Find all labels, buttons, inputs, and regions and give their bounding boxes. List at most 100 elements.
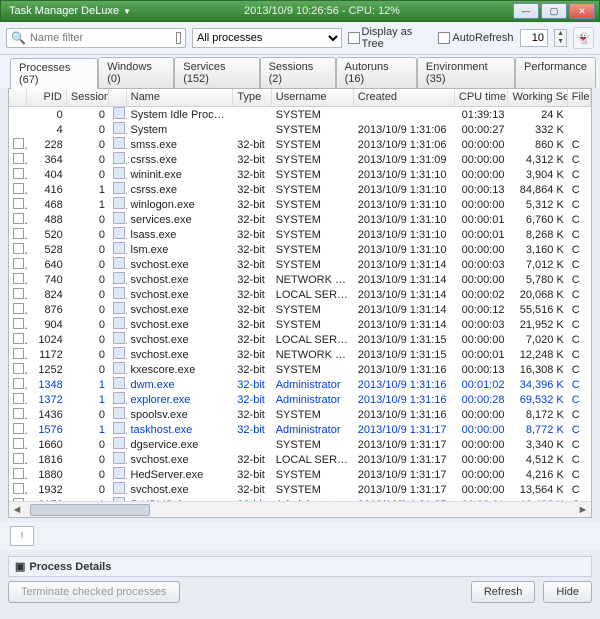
process-icon <box>113 107 125 119</box>
interval-stepper[interactable]: ▲▼ <box>554 29 567 47</box>
column-header[interactable]: Session <box>67 89 109 106</box>
row-checkbox[interactable] <box>13 333 24 344</box>
column-header[interactable]: Name <box>127 89 234 106</box>
tab-2[interactable]: Services (152) <box>174 57 259 88</box>
process-icon <box>113 137 125 149</box>
table-row[interactable]: 4681winlogon.exe32-bitSYSTEM2013/10/9 1:… <box>9 197 591 212</box>
tab-1[interactable]: Windows (0) <box>98 57 174 88</box>
tab-bar: Processes (67)Windows (0)Services (152)S… <box>0 55 600 88</box>
row-checkbox[interactable] <box>13 198 24 209</box>
table-row[interactable]: 8760svchost.exe32-bitSYSTEM2013/10/9 1:3… <box>9 302 591 317</box>
status-row: ! <box>0 522 600 550</box>
row-checkbox[interactable] <box>13 393 24 404</box>
row-checkbox[interactable] <box>13 213 24 224</box>
table-row[interactable]: 13481dwm.exe32-bitAdministrator2013/10/9… <box>9 377 591 392</box>
table-row[interactable]: 3640csrss.exe32-bitSYSTEM2013/10/9 1:31:… <box>9 152 591 167</box>
name-filter[interactable]: 🔍 <box>6 28 186 48</box>
table-row[interactable]: 12520kxescore.exe32-bitSYSTEM2013/10/9 1… <box>9 362 591 377</box>
table-row[interactable]: 40SystemSYSTEM2013/10/9 1:31:0600:00:273… <box>9 122 591 137</box>
table-row[interactable]: 13721explorer.exe32-bitAdministrator2013… <box>9 392 591 407</box>
horizontal-scrollbar[interactable]: ◄ ► <box>9 501 591 517</box>
column-header[interactable]: Working Set <box>508 89 567 106</box>
column-header[interactable]: Username <box>272 89 354 106</box>
table-row[interactable]: 5200lsass.exe32-bitSYSTEM2013/10/9 1:31:… <box>9 227 591 242</box>
table-row[interactable]: 19320svchost.exe32-bitSYSTEM2013/10/9 1:… <box>9 482 591 497</box>
tab-6[interactable]: Performance <box>515 57 596 88</box>
expand-icon: ▣ <box>15 560 25 573</box>
process-icon <box>113 317 125 329</box>
row-checkbox[interactable] <box>13 378 24 389</box>
row-checkbox[interactable] <box>13 258 24 269</box>
row-checkbox[interactable] <box>13 348 24 359</box>
row-checkbox[interactable] <box>13 273 24 284</box>
maximize-button[interactable]: ▢ <box>541 3 567 19</box>
row-checkbox[interactable] <box>13 183 24 194</box>
table-row[interactable]: 4040wininit.exe32-bitSYSTEM2013/10/9 1:3… <box>9 167 591 182</box>
row-checkbox[interactable] <box>13 303 24 314</box>
ghost-icon[interactable]: 👻 <box>573 27 594 49</box>
titlebar-status: 2013/10/9 10:26:56 - CPU: 12% <box>131 5 513 17</box>
table-row[interactable]: 16600dgservice.exeSYSTEM2013/10/9 1:31:1… <box>9 437 591 452</box>
status-indicator[interactable]: ! <box>10 526 34 546</box>
row-checkbox[interactable] <box>13 168 24 179</box>
tab-5[interactable]: Environment (35) <box>417 57 515 88</box>
process-details-header[interactable]: ▣ Process Details <box>8 556 592 577</box>
column-header[interactable]: Filena <box>568 89 591 106</box>
autorefresh-option[interactable]: AutoRefresh <box>438 32 513 44</box>
row-checkbox[interactable] <box>13 138 24 149</box>
row-checkbox[interactable] <box>13 408 24 419</box>
row-checkbox[interactable] <box>13 243 24 254</box>
table-row[interactable]: 15761taskhost.exe32-bitAdministrator2013… <box>9 422 591 437</box>
table-row[interactable]: 2280smss.exe32-bitSYSTEM2013/10/9 1:31:0… <box>9 137 591 152</box>
table-row[interactable]: 9040svchost.exe32-bitSYSTEM2013/10/9 1:3… <box>9 317 591 332</box>
column-header[interactable]: CPU time <box>455 89 509 106</box>
table-row[interactable]: 5280lsm.exe32-bitSYSTEM2013/10/9 1:31:10… <box>9 242 591 257</box>
row-checkbox[interactable] <box>13 228 24 239</box>
table-row[interactable]: 14360spoolsv.exe32-bitSYSTEM2013/10/9 1:… <box>9 407 591 422</box>
tab-4[interactable]: Autoruns (16) <box>336 57 417 88</box>
row-checkbox[interactable] <box>13 453 24 464</box>
table-row[interactable]: 4161csrss.exe32-bitSYSTEM2013/10/9 1:31:… <box>9 182 591 197</box>
app-title: Task Manager DeLuxe <box>9 5 119 17</box>
minimize-button[interactable]: — <box>513 3 539 19</box>
bottom-bar: Terminate checked processes Refresh Hide <box>8 581 592 603</box>
column-header[interactable]: PID <box>27 89 67 106</box>
refresh-button[interactable]: Refresh <box>471 581 536 603</box>
hide-button[interactable]: Hide <box>543 581 592 603</box>
process-scope-select[interactable]: All processes <box>192 28 342 48</box>
window-controls: — ▢ ✕ <box>513 3 595 19</box>
process-icon <box>113 437 125 449</box>
table-row[interactable]: 10240svchost.exe32-bitLOCAL SERVICE2013/… <box>9 332 591 347</box>
tab-3[interactable]: Sessions (2) <box>260 57 336 88</box>
table-row[interactable]: 8240svchost.exe32-bitLOCAL SERVICE2013/1… <box>9 287 591 302</box>
row-checkbox[interactable] <box>13 468 24 479</box>
table-row[interactable]: 18800HedServer.exe32-bitSYSTEM2013/10/9 … <box>9 467 591 482</box>
table-row[interactable]: 4880services.exe32-bitSYSTEM2013/10/9 1:… <box>9 212 591 227</box>
filter-toggle[interactable] <box>176 32 181 44</box>
row-checkbox[interactable] <box>13 363 24 374</box>
table-row[interactable]: 11720svchost.exe32-bitNETWORK SER...2013… <box>9 347 591 362</box>
title-dropdown-icon[interactable]: ▼ <box>123 7 131 16</box>
row-checkbox[interactable] <box>13 318 24 329</box>
process-icon <box>113 182 125 194</box>
refresh-interval[interactable]: 10 <box>520 29 548 47</box>
row-checkbox[interactable] <box>13 153 24 164</box>
table-row[interactable]: 7400svchost.exe32-bitNETWORK SER...2013/… <box>9 272 591 287</box>
row-checkbox[interactable] <box>13 423 24 434</box>
terminate-button[interactable]: Terminate checked processes <box>8 581 180 603</box>
row-checkbox[interactable] <box>13 483 24 494</box>
process-icon <box>113 302 125 314</box>
display-as-tree-option[interactable]: Display as Tree <box>348 26 432 50</box>
name-filter-input[interactable] <box>30 32 172 44</box>
row-checkbox[interactable] <box>13 288 24 299</box>
close-button[interactable]: ✕ <box>569 3 595 19</box>
row-checkbox[interactable] <box>13 438 24 449</box>
column-header[interactable]: Created <box>354 89 455 106</box>
table-row[interactable]: 00System Idle ProcessSYSTEM01:39:1324 K <box>9 107 591 122</box>
table-row[interactable]: 18160svchost.exe32-bitLOCAL SERVICE2013/… <box>9 452 591 467</box>
column-header[interactable] <box>9 89 27 106</box>
column-header[interactable] <box>109 89 127 106</box>
tab-0[interactable]: Processes (67) <box>10 58 98 89</box>
table-row[interactable]: 6400svchost.exe32-bitSYSTEM2013/10/9 1:3… <box>9 257 591 272</box>
column-header[interactable]: Type <box>233 89 271 106</box>
